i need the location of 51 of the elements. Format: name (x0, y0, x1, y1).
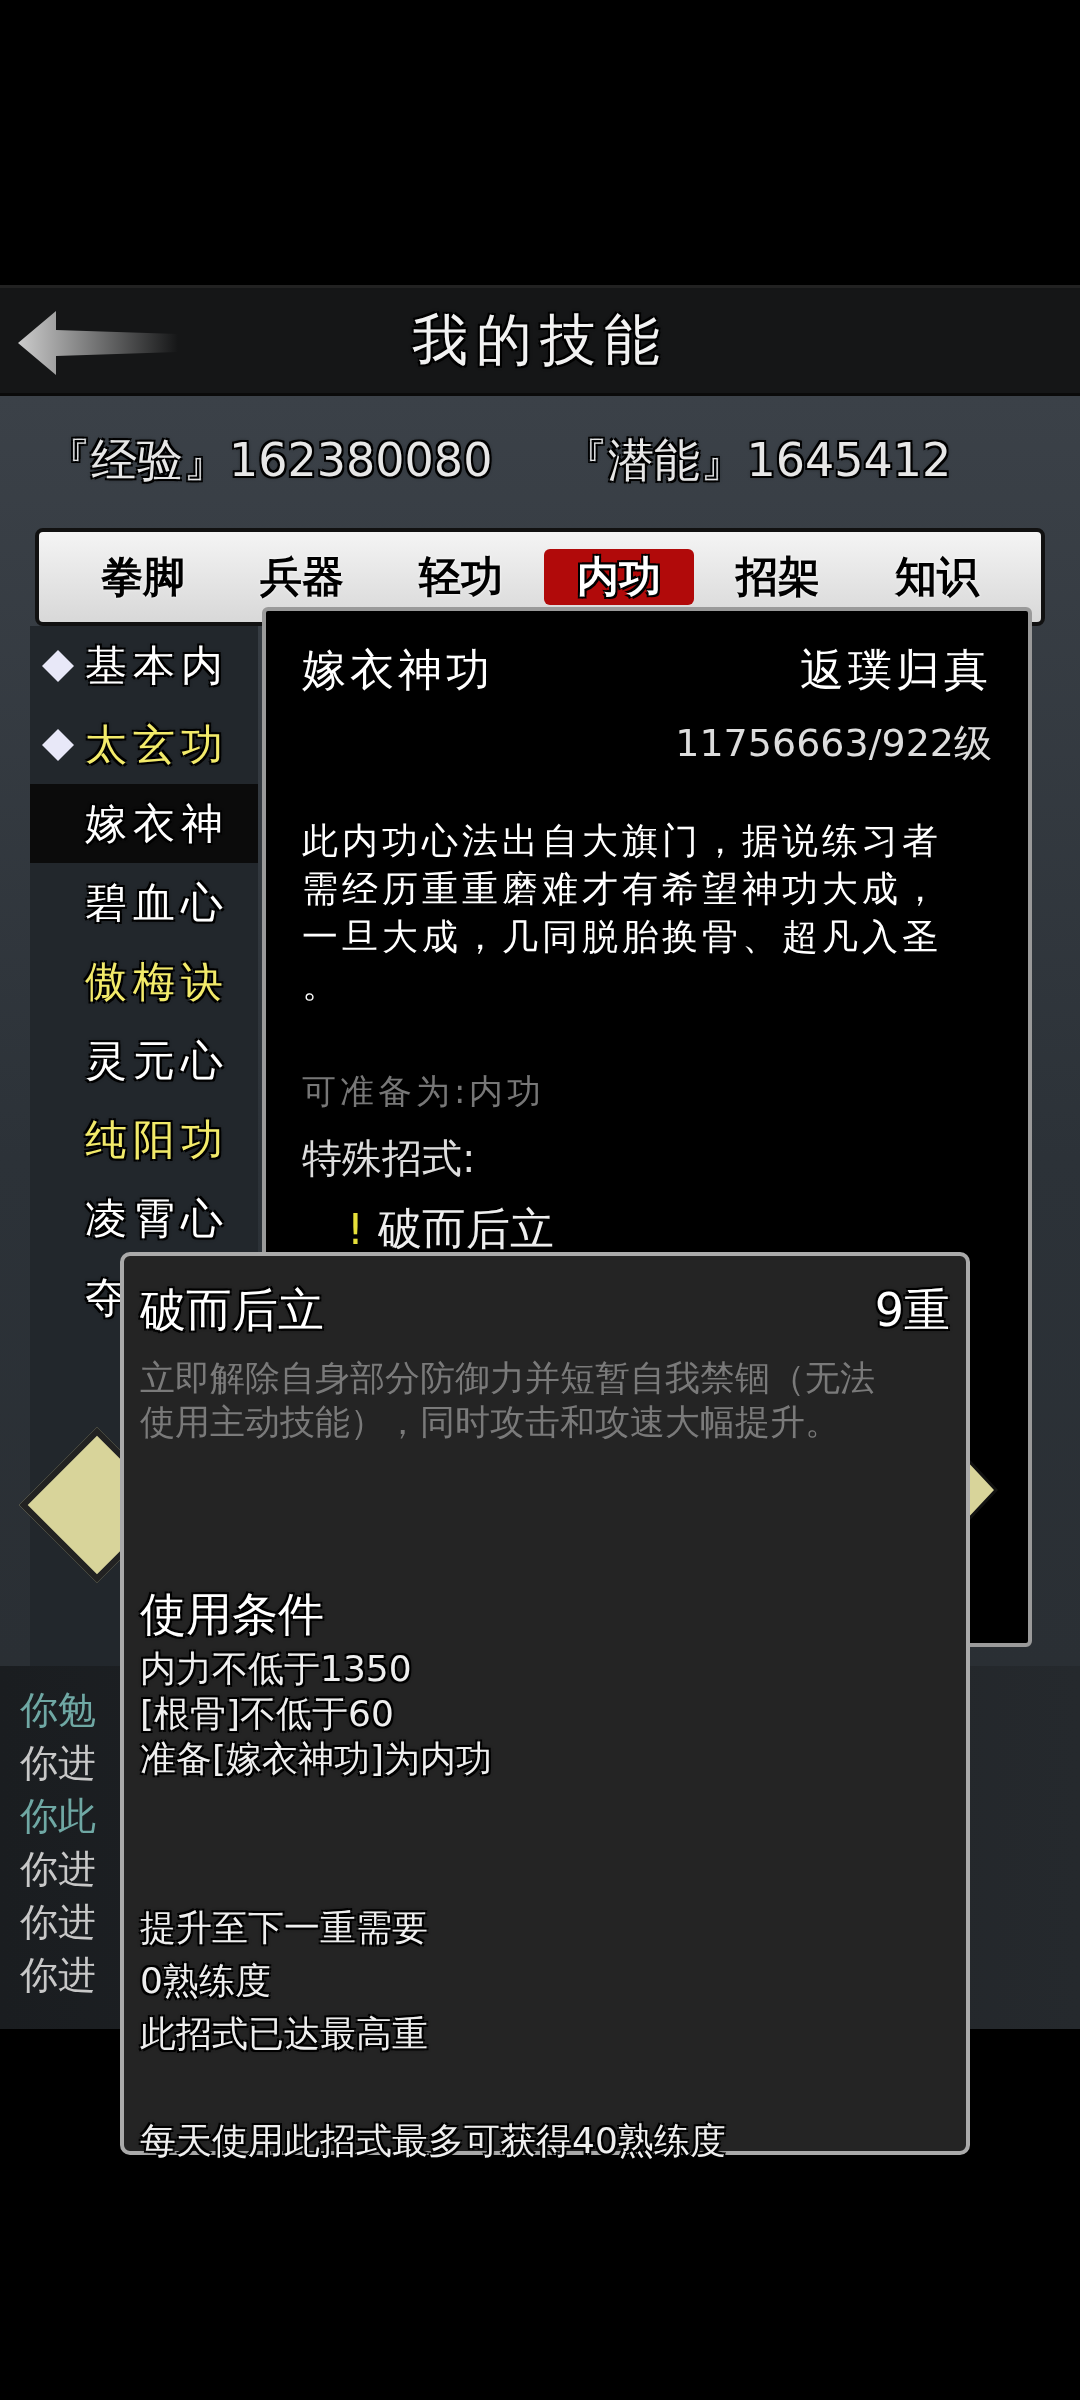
skill-name: 傲梅诀 (85, 955, 229, 1008)
skill-name: 碧血心 (85, 876, 229, 929)
stat-text: 『潜能』1645412 (562, 432, 952, 489)
description-line: 此内功心法出自大旗门，据说练习者 (302, 819, 943, 863)
skill-tab[interactable]: 兵器 (227, 549, 377, 605)
skill-rank: 返璞归真 (800, 643, 992, 697)
log-line: 你进 (20, 1740, 96, 1787)
log-line: 你进 (20, 1846, 96, 1893)
condition-line: 准备[嫁衣神功]为内功 (140, 1737, 494, 1781)
daily-limit-text: 每天使用此招式最多可获得40熟练度 (140, 2119, 727, 2163)
skill-row[interactable]: 傲梅诀 (30, 942, 258, 1021)
conditions-title: 使用条件 (140, 1586, 325, 1643)
skill-row[interactable]: 基本内 (30, 626, 258, 705)
log-line: 你进 (20, 1952, 96, 1999)
stat-text: 『经验』162380080 (45, 432, 493, 489)
log-line: 你此 (20, 1793, 96, 1840)
skill-name: 嫁衣神 (85, 797, 229, 850)
description-line: 一旦大成，几同脱胎换骨、超凡入圣 (302, 915, 943, 959)
skill-tab[interactable]: 轻功 (385, 549, 536, 605)
skill-name: 纯阳功 (85, 1113, 229, 1166)
skill-row[interactable]: 纯阳功 (30, 1100, 258, 1179)
log-line: 你勉 (20, 1687, 96, 1734)
description-line: 需经历重重磨难才有希望神功大成， (302, 867, 943, 911)
skill-row[interactable]: 碧血心 (30, 863, 258, 942)
condition-line: 内力不低于1350 (140, 1647, 413, 1691)
skill-name: 灵元心 (85, 1034, 229, 1087)
log-line: 你进 (20, 1899, 96, 1946)
condition-line: [根骨]不低于60 (140, 1692, 395, 1736)
move-description-line: 立即解除自身部分防御力并短暂自我禁锢（无法 (140, 1357, 876, 1400)
skill-name: 太玄功 (85, 718, 229, 771)
skill-row[interactable]: 嫁衣神 (30, 784, 258, 863)
skill-row[interactable]: 灵元心 (30, 1021, 258, 1100)
exclamation-mark: ! (347, 1205, 364, 1254)
skill-name: 基本内 (85, 639, 229, 692)
skill-name: 凌霄心 (85, 1192, 229, 1245)
move-title: 破而后立 (140, 1282, 324, 1339)
equip-slot-text: 可准备为:内功 (302, 1070, 547, 1113)
move-level: 9重 (874, 1282, 950, 1339)
skill-tab[interactable]: 知识 (861, 549, 1012, 605)
skill-tab[interactable]: 拳脚 (68, 549, 219, 605)
upgrade-line: 提升至下一重需要 (140, 1906, 429, 1950)
skill-title: 嫁衣神功 (302, 643, 494, 697)
special-moves-title: 特殊招式: (302, 1134, 477, 1183)
move-description-line: 使用主动技能），同时攻击和攻速大幅提升。 (140, 1401, 841, 1444)
upgrade-line: 此招式已达最高重 (140, 2012, 429, 2056)
description-line: 。 (302, 963, 343, 1007)
skill-row[interactable]: 太玄功 (30, 705, 258, 784)
screen-title: 我的技能 (412, 305, 668, 374)
skill-tab[interactable]: 内功 (544, 549, 695, 605)
upgrade-line: 0熟练度 (140, 1959, 272, 2003)
skill-tab[interactable]: 招架 (702, 549, 853, 605)
